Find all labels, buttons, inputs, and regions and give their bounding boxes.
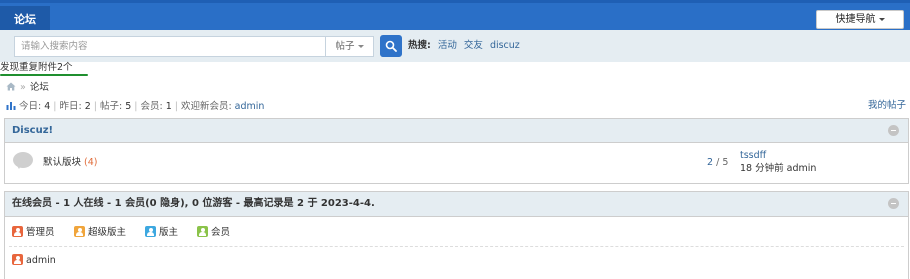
notice-underline [0, 74, 88, 76]
chevron-down-icon [357, 45, 364, 48]
last-post-info: 18 分钟前 admin [740, 163, 817, 174]
forum-threads: 2 [707, 157, 714, 168]
search-type-label: 帖子 [335, 41, 355, 52]
stats-chart-icon [6, 102, 16, 110]
user-group-legend: 管理员 超级版主 版主 会员 [9, 217, 904, 247]
quick-nav-label: 快捷导航 [835, 14, 876, 25]
forum-today-count: (4) [84, 157, 98, 168]
forum-row: 默认版块 (4) 2 / 5 tssdff 18 分钟前 admin [5, 143, 908, 184]
stat-members-value: 1 [165, 101, 172, 112]
nav-forum-link[interactable]: 论坛 [0, 6, 50, 33]
duplicate-attachment-notice: 发现重复附件2个 [0, 62, 73, 73]
legend-moderator-label: 版主 [159, 227, 179, 238]
stat-members-label: 会员: [140, 101, 163, 112]
online-members-title: 在线会员 - 1 人在线 - 1 会员(0 隐身), 0 位游客 - 最高记录是… [12, 198, 375, 209]
breadcrumb-separator: » [20, 82, 26, 93]
stat-yesterday-value: 2 [84, 101, 91, 112]
search-bar: 请输入搜索内容 帖子 热搜: 活动 交友 discuz [0, 30, 910, 62]
category-title[interactable]: Discuz! [12, 125, 53, 137]
chevron-down-icon [878, 17, 885, 21]
search-input[interactable]: 请输入搜索内容 [14, 36, 326, 57]
member-user-icon [197, 226, 208, 237]
forum-replies: 5 [722, 157, 729, 168]
forum-name-link[interactable]: 默认版块 [43, 157, 81, 168]
forum-stats: 今日: 4 | 昨日: 2 | 帖子: 5 | 会员: 1 | 欢迎新会员: admin [6, 100, 264, 113]
forum-bubble-icon [13, 152, 33, 169]
hot-search-label: 热搜: [408, 40, 431, 51]
stat-today-label: 今日: [19, 101, 42, 112]
forum-stats-separator: / [716, 157, 720, 168]
online-members-panel: 在线会员 - 1 人在线 - 1 会员(0 隐身), 0 位游客 - 最高记录是… [4, 191, 909, 279]
legend-admin-label: 管理员 [26, 227, 55, 238]
moderator-user-icon [145, 226, 156, 237]
online-members-header: 在线会员 - 1 人在线 - 1 会员(0 隐身), 0 位游客 - 最高记录是… [5, 192, 908, 217]
legend-super-moderator: 超级版主 [74, 226, 126, 239]
stat-posts-label: 帖子: [99, 101, 123, 112]
online-user-list: admin [5, 247, 908, 271]
top-nav-bar: 论坛 快捷导航 [0, 0, 910, 33]
forum-thread-stats: 2 / 5 [707, 157, 728, 169]
legend-member-label: 会员 [211, 227, 231, 238]
collapse-icon[interactable] [888, 125, 899, 136]
admin-user-icon [12, 254, 23, 265]
hot-search-link[interactable]: 交友 [464, 40, 483, 51]
stat-posts-value: 5 [125, 101, 132, 112]
stat-yesterday-label: 昨日: [59, 101, 82, 112]
admin-user-icon [12, 226, 23, 237]
hot-search-link[interactable]: 活动 [438, 40, 457, 51]
stat-today-value: 4 [44, 101, 51, 112]
welcome-label: 欢迎新会员: [180, 101, 232, 112]
online-user-name: admin [26, 255, 56, 266]
search-type-select[interactable]: 帖子 [326, 36, 374, 57]
legend-super-moderator-label: 超级版主 [88, 227, 127, 238]
forum-name-cell: 默认版块 (4) [43, 157, 97, 169]
hot-search-link[interactable]: discuz [490, 40, 520, 51]
legend-admin: 管理员 [12, 226, 55, 239]
legend-moderator: 版主 [145, 226, 178, 239]
newest-member-link[interactable]: admin [235, 101, 265, 112]
category-panel: Discuz! 默认版块 (4) 2 / 5 tssdff 18 分钟前 admi… [4, 118, 909, 184]
hot-search: 热搜: 活动 交友 discuz [408, 39, 520, 53]
search-icon [385, 40, 397, 52]
quick-nav-button[interactable]: 快捷导航 [816, 10, 904, 29]
category-header: Discuz! [5, 119, 908, 143]
search-button[interactable] [380, 35, 402, 57]
legend-member: 会员 [197, 226, 230, 239]
my-posts-link[interactable]: 我的帖子 [868, 100, 906, 112]
collapse-icon[interactable] [888, 198, 899, 209]
last-post-title-link[interactable]: tssdff [740, 150, 816, 162]
home-icon[interactable] [6, 82, 16, 91]
super-moderator-user-icon [74, 226, 85, 237]
online-user[interactable]: admin [12, 254, 56, 267]
breadcrumb-current[interactable]: 论坛 [30, 82, 49, 93]
breadcrumb: » 论坛 [6, 82, 49, 94]
forum-last-post: tssdff 18 分钟前 admin [740, 150, 816, 175]
